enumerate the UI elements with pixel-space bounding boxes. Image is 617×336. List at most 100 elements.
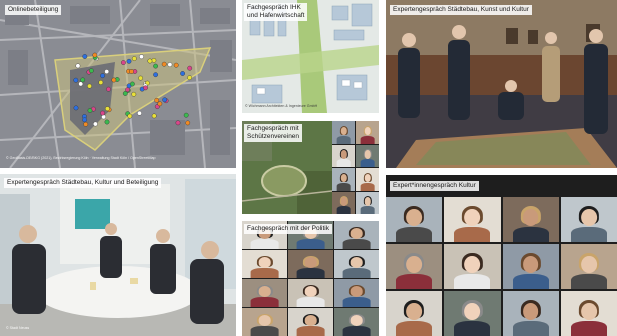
tile-onlinebeteiligung: Onlinebeteiligung © GeoBasis-DE/BKG (202… — [0, 0, 236, 168]
map-marker — [161, 61, 167, 67]
map-marker — [157, 101, 163, 107]
participant-face — [522, 255, 539, 273]
participant-figure — [512, 320, 549, 336]
participant-figure — [396, 320, 433, 336]
participant-figure — [296, 326, 325, 336]
participant-face — [350, 257, 363, 268]
tile-ihk-hafenwirtschaft: Fachgespräch IHK und Hafenwirtschaft © W… — [242, 0, 379, 113]
map-marker — [129, 81, 135, 87]
participant-face — [581, 255, 597, 273]
video-grid-kultur — [386, 197, 617, 336]
map-marker — [100, 73, 106, 79]
tile-title: Fachgespräch mit der Politik — [244, 224, 333, 234]
participant-figure — [454, 226, 491, 242]
tile-staedtebau-kunst-kultur: Expertengespräch Städtebau, Kunst und Ku… — [386, 0, 617, 168]
video-participant-tile — [334, 279, 379, 307]
video-participant-tile — [288, 250, 333, 278]
participant-figure — [570, 273, 607, 289]
participant-figure — [342, 326, 371, 336]
map-image — [0, 0, 236, 168]
video-participant-tile — [356, 144, 379, 167]
participant-figure — [250, 239, 279, 249]
video-participant-tile — [332, 144, 355, 167]
participant-face — [581, 208, 597, 226]
participant-figure — [396, 273, 433, 289]
participant-figure — [360, 159, 375, 167]
participant-face — [350, 228, 363, 239]
participant-face — [522, 302, 539, 320]
meeting-photo — [0, 174, 236, 336]
video-participant-tile — [242, 308, 287, 336]
map-marker — [92, 52, 98, 58]
map-marker — [127, 113, 133, 119]
video-participant-tile — [386, 291, 443, 336]
participant-face — [364, 126, 371, 136]
meeting-room-photo — [386, 0, 617, 168]
participant-face — [340, 173, 347, 183]
image-credit: © Wichmann Architekten & Ingenieure GmbH — [245, 104, 318, 108]
participant-face — [406, 302, 422, 320]
participant-face — [304, 257, 317, 268]
map-marker — [162, 97, 168, 103]
participant-face — [258, 286, 271, 297]
map-marker — [187, 75, 193, 81]
participant-figure — [454, 273, 491, 289]
map-marker — [129, 69, 134, 74]
participant-figure — [342, 239, 371, 249]
map-marker — [151, 113, 157, 119]
map-marker — [185, 120, 191, 126]
participant-figure — [336, 135, 351, 144]
map-marker — [187, 65, 193, 71]
participant-face — [340, 150, 347, 159]
video-participant-tile — [444, 291, 501, 336]
participant-face — [258, 257, 271, 268]
participant-face — [350, 286, 363, 297]
participant-figure — [296, 297, 325, 307]
video-participant-tile — [386, 244, 443, 289]
map-marker — [106, 86, 111, 92]
participant-figure — [512, 226, 549, 242]
map-marker — [138, 75, 144, 81]
participant-figure — [250, 326, 279, 336]
participant-figure — [296, 268, 325, 278]
video-participant-tile — [334, 308, 379, 336]
map-marker — [137, 110, 142, 116]
tile-title: Fachgespräch IHK und Hafenwirtschaft — [244, 3, 308, 21]
video-participant-tile — [502, 291, 559, 336]
video-participant-tile — [560, 197, 617, 242]
video-grid-schuetzen — [332, 121, 379, 214]
map-marker — [83, 121, 89, 127]
participant-figure — [512, 273, 549, 289]
participant-figure — [342, 268, 371, 278]
video-participant-tile — [288, 279, 333, 307]
participant-face — [522, 208, 539, 226]
map-marker — [98, 80, 104, 85]
tile-title: Expertengespräch Städtebau, Kultur und B… — [4, 178, 162, 188]
video-participant-tile — [332, 168, 355, 191]
participant-face — [364, 150, 371, 159]
participant-face — [350, 315, 363, 326]
video-participant-tile — [356, 191, 379, 214]
map-marker — [175, 120, 181, 126]
participant-face — [364, 197, 371, 206]
video-participant-tile — [502, 244, 559, 289]
participant-figure — [360, 182, 375, 191]
participant-face — [406, 208, 422, 226]
map-marker — [147, 58, 153, 64]
participant-face — [464, 208, 481, 226]
video-participant-tile — [288, 308, 333, 336]
participant-face — [406, 255, 422, 273]
image-credit: © Stadt Neuss — [6, 326, 30, 330]
map-marker — [80, 77, 86, 83]
map-marker — [75, 63, 81, 69]
map-marker — [82, 54, 88, 59]
participant-figure — [570, 320, 607, 336]
map-marker — [173, 62, 179, 68]
map-marker — [139, 54, 144, 60]
participant-face — [304, 286, 317, 297]
map-marker — [73, 105, 79, 111]
map-marker — [121, 60, 126, 65]
video-participant-tile — [334, 221, 379, 249]
map-marker — [131, 56, 137, 61]
participant-figure — [360, 206, 375, 214]
